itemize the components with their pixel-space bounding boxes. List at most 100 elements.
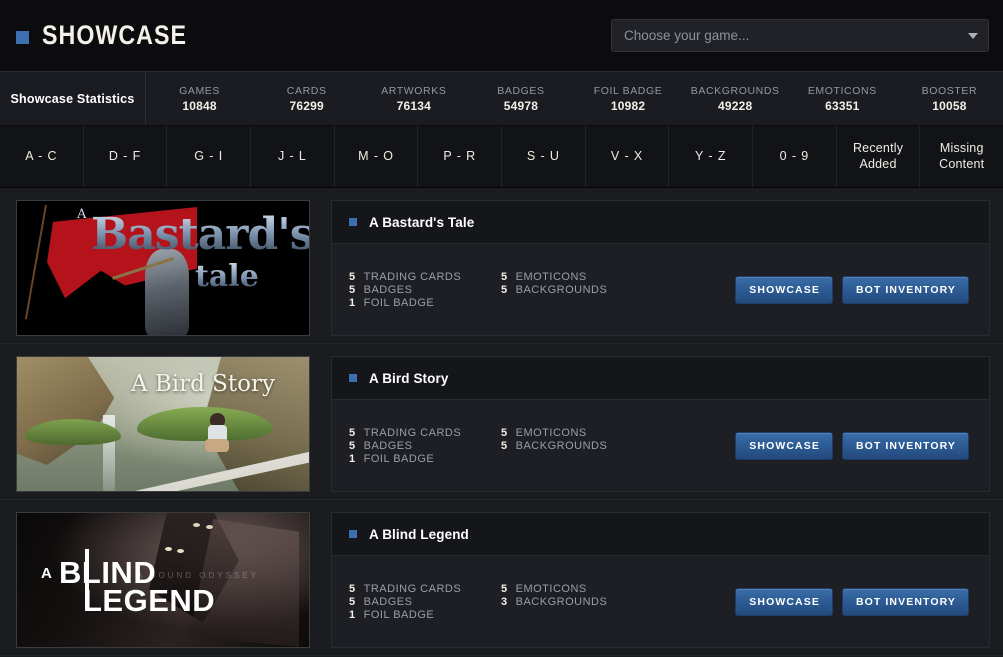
alpha-nav-item-g-i[interactable]: G - I	[167, 126, 252, 187]
blue-square-icon	[349, 530, 357, 538]
stat-value: 63351	[825, 98, 860, 113]
bot-inventory-button[interactable]: BOT INVENTORY	[841, 275, 969, 304]
game-banner-art: A Bastard's tale	[17, 201, 309, 335]
stat-value: 1	[349, 296, 356, 309]
stat-emoticons: 5 EMOTICONS	[501, 427, 607, 439]
stat-label: EMOTICONS	[807, 84, 877, 97]
stat-label: BOOSTER	[921, 84, 978, 97]
stat-backgrounds: 5 BACKGROUNDS	[501, 284, 607, 296]
knight-icon	[145, 249, 189, 335]
alpha-nav-item-d-f[interactable]: D - F	[83, 126, 168, 187]
stat-backgrounds: 3 BACKGROUNDS	[501, 596, 607, 608]
game-stat-column-right: 5 EMOTICONS 5 BACKGROUNDS	[501, 271, 607, 309]
showcase-button[interactable]: SHOWCASE	[735, 275, 833, 304]
stat-value: 5	[501, 439, 508, 452]
stat-label: BACKGROUNDS	[515, 595, 608, 608]
stat-backgrounds: BACKGROUNDS 49228	[682, 72, 789, 125]
brand-logo[interactable]: SHOWCASE	[16, 20, 211, 51]
game-stat-columns: 5 TRADING CARDS 5 BADGES 1 FOIL BADGE 5 …	[349, 427, 735, 465]
stat-value: 1	[349, 452, 356, 465]
stat-label: BACKGROUNDS	[515, 283, 608, 296]
blue-square-icon	[16, 30, 29, 44]
showcase-button[interactable]: SHOWCASE	[735, 587, 833, 616]
stat-foil-badge: 1 FOIL BADGE	[349, 297, 501, 309]
bot-inventory-button[interactable]: BOT INVENTORY	[841, 587, 969, 616]
statistics-items: GAMES 10848 CARDS 76299 ARTWORKS 76134 BADGES 5…	[146, 72, 1003, 125]
game-action-buttons: SHOWCASE BOT INVENTORY	[735, 587, 972, 616]
alphabet-nav: A - CD - FG - IJ - LM - OP - RS - UV - X…	[0, 126, 1003, 188]
game-panel-body: 5 TRADING CARDS 5 BADGES 1 FOIL BADGE 5 …	[332, 244, 989, 335]
game-title[interactable]: A Blind Legend	[369, 527, 469, 542]
alpha-nav-item-p-r[interactable]: P - R	[418, 126, 503, 187]
banner-text-tale: tale	[195, 259, 259, 294]
alpha-nav-item-recently-added[interactable]: Recently Added	[836, 126, 921, 187]
game-panel: A Bird Story 5 TRADING CARDS 5 BADGES 1 …	[331, 356, 990, 492]
stat-label: TRADING CARDS	[363, 270, 462, 283]
stat-value: 10982	[610, 98, 646, 113]
game-stat-column-left: 5 TRADING CARDS 5 BADGES 1 FOIL BADGE	[349, 271, 501, 309]
stat-backgrounds: 5 BACKGROUNDS	[501, 440, 607, 452]
game-stat-columns: 5 TRADING CARDS 5 BADGES 1 FOIL BADGE 5 …	[349, 583, 735, 621]
stat-label: BADGES	[363, 595, 413, 608]
game-banner-art: A Bird Story	[17, 357, 309, 491]
glowing-eyes-icon	[165, 547, 205, 553]
game-panel-body: 5 TRADING CARDS 5 BADGES 1 FOIL BADGE 5 …	[332, 400, 989, 491]
game-action-buttons: SHOWCASE BOT INVENTORY	[735, 431, 972, 460]
stat-label: FOIL BADGE	[593, 84, 663, 97]
game-thumbnail[interactable]: A BLIND LEGEND A SOUND ODYSSEY	[16, 512, 310, 648]
alpha-nav-item-missing-content[interactable]: Missing Content	[920, 126, 1003, 187]
stat-emoticons: EMOTICONS 63351	[789, 72, 896, 125]
stat-label: BACKGROUNDS	[690, 84, 780, 97]
stat-label: BADGES	[363, 439, 413, 452]
stat-value: 54978	[503, 98, 539, 113]
alpha-nav-item-v-x[interactable]: V - X	[585, 126, 670, 187]
showcase-button[interactable]: SHOWCASE	[735, 431, 833, 460]
alpha-nav-item-m-o[interactable]: M - O	[334, 126, 419, 187]
stat-value: 5	[501, 426, 508, 439]
stat-trading-cards: 5 TRADING CARDS	[349, 427, 501, 439]
stat-artworks: ARTWORKS 76134	[360, 72, 467, 125]
alpha-nav-item-a-c[interactable]: A - C	[0, 126, 84, 187]
stat-cards: CARDS 76299	[253, 72, 360, 125]
stat-label: EMOTICONS	[515, 582, 587, 595]
game-panel-body: 5 TRADING CARDS 5 BADGES 1 FOIL BADGE 5 …	[332, 556, 989, 647]
stat-trading-cards: 5 TRADING CARDS	[349, 583, 501, 595]
banner-text-bastards: Bastard's	[91, 209, 309, 260]
alpha-nav-item-j-l[interactable]: J - L	[251, 126, 335, 187]
game-title[interactable]: A Bird Story	[369, 371, 448, 386]
stat-value: 10848	[182, 98, 217, 113]
game-thumbnail[interactable]: A Bastard's tale	[16, 200, 310, 336]
bot-inventory-button[interactable]: BOT INVENTORY	[841, 431, 969, 460]
stat-foil-badge: 1 FOIL BADGE	[349, 453, 501, 465]
stat-value: 49228	[718, 98, 753, 113]
chevron-down-icon	[968, 32, 978, 39]
stat-value: 5	[349, 582, 356, 595]
stat-label: EMOTICONS	[515, 426, 587, 439]
glowing-eyes-icon	[193, 523, 223, 529]
alpha-nav-item-s-u[interactable]: S - U	[502, 126, 586, 187]
stat-label: BADGES	[497, 84, 545, 97]
game-title[interactable]: A Bastard's Tale	[369, 215, 474, 230]
stat-label: BACKGROUNDS	[515, 439, 608, 452]
game-banner-art: A BLIND LEGEND A SOUND ODYSSEY	[17, 513, 309, 647]
game-picker-dropdown[interactable]: Choose your game...	[611, 19, 989, 52]
stat-label: EMOTICONS	[515, 270, 587, 283]
stat-value: 3	[501, 595, 508, 608]
stat-emoticons: 5 EMOTICONS	[501, 271, 607, 283]
table-row: A BLIND LEGEND A SOUND ODYSSEY A Blind L…	[0, 500, 1003, 656]
stat-value: 10058	[932, 98, 967, 113]
stat-label: TRADING CARDS	[363, 582, 462, 595]
blue-square-icon	[349, 374, 357, 382]
blue-square-icon	[349, 218, 357, 226]
statistics-title: Showcase Statistics	[0, 72, 146, 125]
stat-value: 5	[501, 270, 508, 283]
stat-badges: BADGES 54978	[467, 72, 574, 125]
table-row: A Bastard's tale A Bastard's Tale 5 TRAD…	[0, 188, 1003, 344]
alpha-nav-item-y-z[interactable]: Y - Z	[669, 126, 754, 187]
stat-badges: 5 BADGES	[349, 596, 501, 608]
alpha-nav-item-0-9[interactable]: 0 - 9	[753, 126, 837, 187]
stat-value: 5	[501, 582, 508, 595]
banner-text-a: A	[41, 565, 52, 582]
game-thumbnail[interactable]: A Bird Story	[16, 356, 310, 492]
stat-value: 1	[349, 608, 356, 621]
